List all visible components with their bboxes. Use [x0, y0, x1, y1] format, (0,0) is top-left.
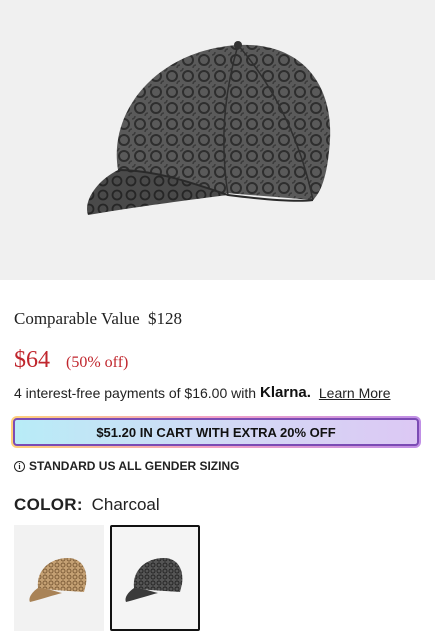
selected-color: Charcoal	[91, 495, 160, 514]
price-row: $64 (50% off)	[14, 347, 128, 374]
comparable-amount: $128	[147, 309, 182, 328]
color-label: COLOR:	[14, 495, 83, 514]
learn-more-link[interactable]: Learn More	[319, 385, 391, 401]
baseball-cap-image	[86, 41, 330, 215]
klarna-financing: 4 interest-free payments of $16.00 with …	[14, 384, 390, 401]
klarna-logo: Klarna.	[260, 384, 311, 401]
charcoal-cap-swatch[interactable]	[110, 525, 200, 631]
product-image[interactable]	[0, 0, 435, 280]
comparable-value: Comparable Value $128	[14, 309, 182, 329]
sizing-text: STANDARD US ALL GENDER SIZING	[29, 459, 240, 473]
comparable-label: Comparable Value	[14, 309, 140, 328]
charcoal-cap-icon	[125, 558, 183, 602]
color-selector-label: COLOR: Charcoal	[14, 495, 160, 515]
khaki-cap-icon	[29, 558, 87, 602]
discount-badge: (50% off)	[66, 354, 129, 371]
khaki-cap-swatch[interactable]	[14, 525, 104, 631]
info-icon: i	[14, 460, 25, 472]
sizing-note[interactable]: i STANDARD US ALL GENDER SIZING	[14, 459, 239, 473]
klarna-text: 4 interest-free payments of $16.00 with	[14, 384, 257, 401]
promo-banner[interactable]: $51.20 IN CART WITH EXTRA 20% OFF	[11, 416, 421, 448]
sale-price: $64	[14, 347, 50, 373]
promo-text: $51.20 IN CART WITH EXTRA 20% OFF	[13, 418, 419, 446]
